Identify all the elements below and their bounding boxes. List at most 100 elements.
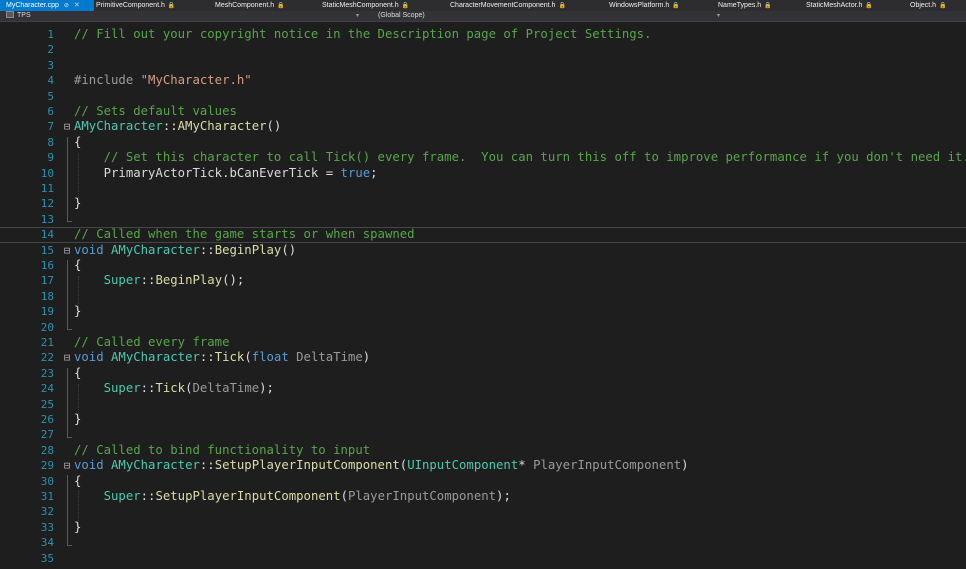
code-line[interactable]: 30 { — [0, 474, 966, 489]
code-line[interactable]: 16 { — [0, 258, 966, 273]
code-token: void — [74, 350, 104, 365]
code-token: AMyCharacter — [74, 119, 163, 134]
code-line[interactable]: 34 — [0, 535, 966, 550]
line-number: 11 — [40, 182, 54, 195]
code-text: // Called when the game starts or when s… — [74, 227, 415, 242]
code-line[interactable]: 19} — [0, 304, 966, 319]
tab-label: MyCharacter.cpp — [6, 2, 59, 9]
code-line[interactable]: 33} — [0, 520, 966, 535]
code-line[interactable]: 1 // Fill out your copyright notice in th… — [0, 27, 966, 42]
code-line[interactable]: 8{ — [0, 135, 966, 150]
collapse-region-icon[interactable]: ⊟ — [62, 350, 72, 365]
code-line[interactable]: 23 { — [0, 366, 966, 381]
code-line[interactable]: 25 — [0, 397, 966, 412]
code-token: Super — [103, 381, 141, 396]
code-token: ( — [340, 489, 348, 503]
tab-label: StaticMeshComponent.h — [322, 2, 399, 9]
line-number: 5 — [47, 89, 54, 103]
tab-meshcomponent-h[interactable]: MeshComponent.h 🔒 — [215, 0, 285, 11]
code-line[interactable]: 13 — [0, 212, 966, 227]
code-token: // Sets default values — [74, 104, 237, 118]
code-line[interactable]: 27 — [0, 427, 966, 442]
code-editor[interactable]: 1 // Fill out your copyright notice in th… — [0, 22, 966, 569]
code-line[interactable]: 18 — [0, 289, 966, 304]
code-token: ) — [681, 458, 689, 473]
collapse-region-icon[interactable]: ⊟ — [62, 119, 72, 134]
code-line[interactable]: 2 — [0, 42, 966, 57]
code-line[interactable]: 10 PrimaryActorTick.bCanEverTick = true; — [0, 166, 966, 181]
code-line[interactable]: 22 ⊟ void AMyCharacter::Tick(float DeltaTi… — [0, 350, 966, 365]
code-line[interactable]: 11 — [0, 181, 966, 196]
project-dropdown[interactable]: TPS — [6, 11, 31, 21]
line-number: 20 — [40, 320, 54, 334]
tab-primitivecomponent-h[interactable]: PrimitiveComponent.h 🔒 — [96, 0, 175, 11]
tab-nametypes-h[interactable]: NameTypes.h 🔒 — [718, 0, 772, 11]
code-token: AMyCharacter — [111, 242, 200, 257]
collapse-region-icon[interactable]: ⊟ — [62, 458, 72, 473]
tab-windowsplatform-h[interactable]: WindowsPlatform.h 🔒 — [609, 0, 680, 11]
code-text: // Sets default values — [74, 104, 237, 119]
navigation-bar: TPS ▾ (Global Scope) ▾ — [0, 11, 966, 22]
code-line[interactable]: 12} — [0, 196, 966, 211]
code-token: float — [251, 350, 289, 365]
code-line[interactable]: 15 ⊟ void AMyCharacter::BeginPlay() — [0, 243, 966, 258]
code-token: BeginPlay — [214, 242, 282, 257]
code-line[interactable]: 14 // Called when the game starts or when… — [0, 227, 966, 242]
code-line[interactable]: 21 // Called every frame — [0, 335, 966, 350]
tab-mycharacter-cpp[interactable]: MyCharacter.cpp ⊘ ✕ — [0, 0, 94, 11]
code-token: PrimaryActorTick — [74, 165, 223, 180]
code-line[interactable]: 6 // Sets default values — [0, 104, 966, 119]
tab-charactermovementcomponent-h[interactable]: CharacterMovementComponent.h 🔒 — [450, 0, 566, 11]
tab-staticmeshactor-h[interactable]: StaticMeshActor.h 🔒 — [806, 0, 873, 11]
code-line[interactable]: 5 — [0, 89, 966, 104]
line-number: 9 — [47, 151, 54, 165]
code-line[interactable]: 4 #include "MyCharacter.h" — [0, 73, 966, 88]
code-line[interactable]: 7 ⊟ AMyCharacter::AMyCharacter() — [0, 119, 966, 134]
lock-icon: 🔒 — [764, 3, 772, 9]
code-text: } — [74, 196, 81, 211]
line-number: 1 — [47, 28, 54, 41]
code-token: // Called every frame — [74, 335, 230, 349]
line-number: 12 — [40, 197, 54, 211]
code-token: // Called to bind functionality to input — [74, 442, 371, 457]
project-label: TPS — [17, 12, 31, 19]
code-line[interactable]: 24 Super::Tick(DeltaTime); — [0, 381, 966, 396]
code-token: :: — [199, 242, 215, 257]
line-number: 34 — [40, 536, 54, 550]
pin-icon[interactable]: ⊘ — [64, 3, 69, 9]
collapse-region-icon[interactable]: ⊟ — [62, 243, 72, 258]
code-text: } — [74, 520, 81, 535]
chevron-down-icon[interactable]: ▾ — [717, 11, 720, 21]
code-token: Tick — [214, 350, 245, 365]
code-token: PlayerInputComponent — [533, 458, 682, 473]
code-line[interactable]: 32 — [0, 504, 966, 519]
tab-staticmeshcomponent-h[interactable]: StaticMeshComponent.h 🔒 — [322, 0, 409, 11]
code-token: (); — [222, 273, 245, 288]
code-line[interactable]: 9 // Set this character to call Tick() e… — [0, 150, 966, 165]
code-line[interactable]: 29 ⊟ void AMyCharacter::SetupPlayerInputCo… — [0, 458, 966, 473]
code-line[interactable]: 26} — [0, 412, 966, 427]
line-number: 29 — [40, 459, 54, 473]
tab-object-h[interactable]: Object.h 🔒 — [910, 0, 947, 11]
close-icon[interactable]: ✕ — [74, 2, 80, 9]
code-line[interactable]: 20 — [0, 320, 966, 335]
code-token: ); — [259, 381, 274, 396]
lock-icon: 🔒 — [277, 3, 285, 9]
chevron-down-icon[interactable]: ▾ — [356, 11, 359, 21]
code-line[interactable]: 31 Super::SetupPlayerInputComponent(Play… — [0, 489, 966, 504]
line-number: 2 — [47, 43, 54, 57]
code-token: } — [74, 196, 82, 211]
lock-icon: 🔒 — [401, 3, 410, 9]
code-line[interactable]: 17 Super::BeginPlay(); — [0, 273, 966, 288]
code-line[interactable]: 3 — [0, 58, 966, 73]
code-token: :: — [199, 350, 215, 365]
code-line[interactable]: 35 — [0, 551, 966, 566]
scope-dropdown[interactable]: (Global Scope) — [378, 11, 425, 21]
code-text: AMyCharacter::AMyCharacter() — [74, 119, 281, 134]
line-number: 22 — [40, 351, 54, 365]
code-text: { — [74, 258, 81, 273]
code-line[interactable]: 28 // Called to bind functionality to inp… — [0, 443, 966, 458]
code-token: } — [74, 412, 82, 426]
